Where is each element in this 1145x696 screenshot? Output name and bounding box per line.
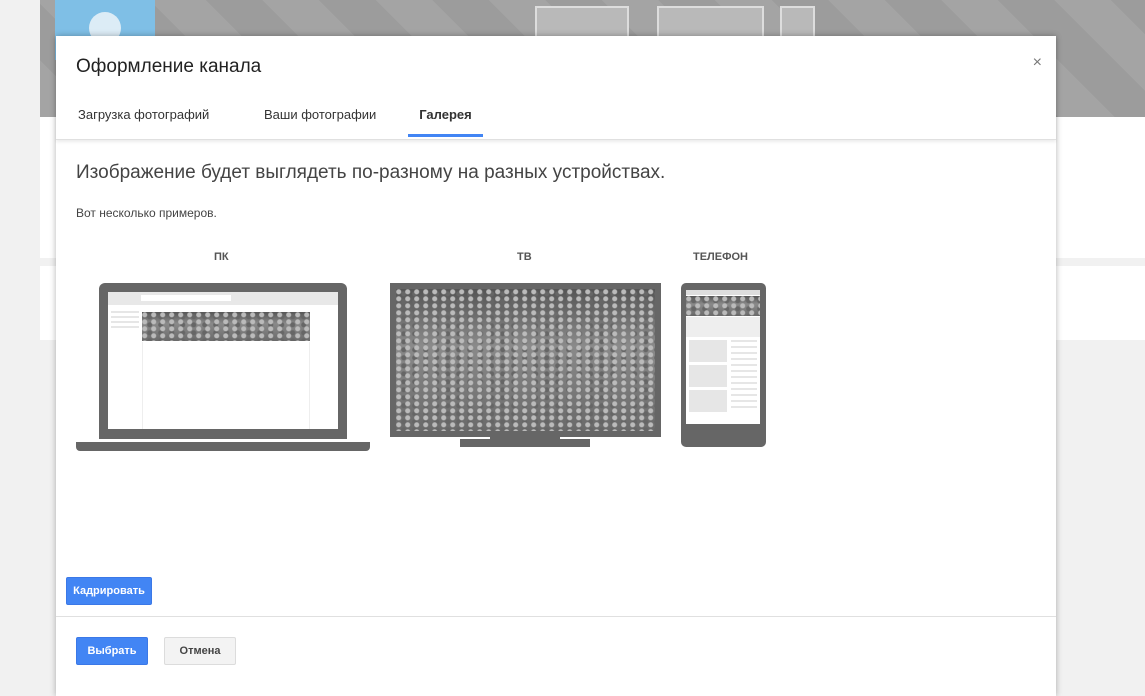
tab-gallery[interactable]: Галерея	[408, 107, 483, 137]
laptop-preview	[99, 283, 347, 439]
close-icon[interactable]: ×	[1033, 54, 1042, 72]
label-phone: ТЕЛЕФОН	[693, 251, 748, 263]
laptop-base	[76, 442, 370, 451]
tab-your-photos[interactable]: Ваши фотографии	[264, 107, 376, 134]
preview-heading: Изображение будет выглядеть по-разному н…	[76, 162, 666, 183]
banner-preview-tv	[396, 289, 655, 431]
label-tv: ТВ	[517, 251, 532, 263]
label-pc: ПК	[214, 251, 229, 263]
channel-art-dialog: Оформление канала × Загрузка фотографий …	[56, 36, 1056, 696]
cancel-button[interactable]: Отмена	[164, 637, 236, 665]
select-button[interactable]: Выбрать	[76, 637, 148, 665]
dialog-title: Оформление канала	[76, 56, 262, 77]
preview-subtext: Вот несколько примеров.	[76, 206, 217, 220]
dialog-header: Оформление канала × Загрузка фотографий …	[56, 36, 1056, 140]
banner-preview-phone	[686, 296, 760, 316]
footer-divider	[56, 616, 1056, 617]
crop-button[interactable]: Кадрировать	[66, 577, 152, 605]
phone-preview	[681, 283, 766, 447]
banner-preview-pc	[142, 312, 310, 341]
tv-preview	[390, 283, 661, 437]
tv-stand	[460, 439, 590, 447]
tab-upload-photos[interactable]: Загрузка фотографий	[78, 107, 209, 134]
